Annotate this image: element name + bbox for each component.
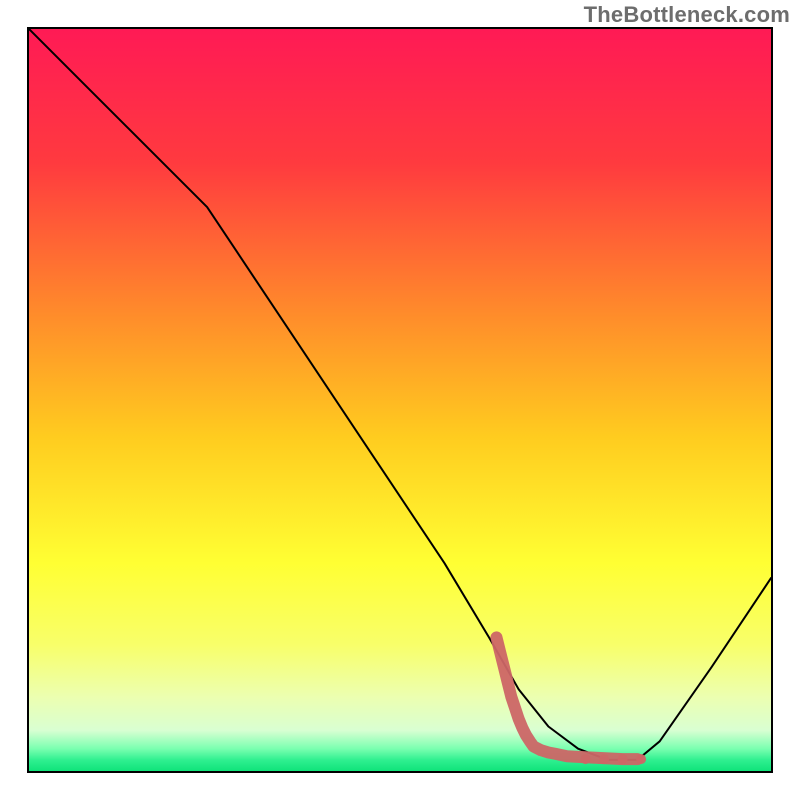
chart-svg	[29, 29, 771, 771]
plot-area	[27, 27, 773, 773]
chart-frame: TheBottleneck.com	[0, 0, 800, 800]
watermark-text: TheBottleneck.com	[584, 2, 790, 28]
